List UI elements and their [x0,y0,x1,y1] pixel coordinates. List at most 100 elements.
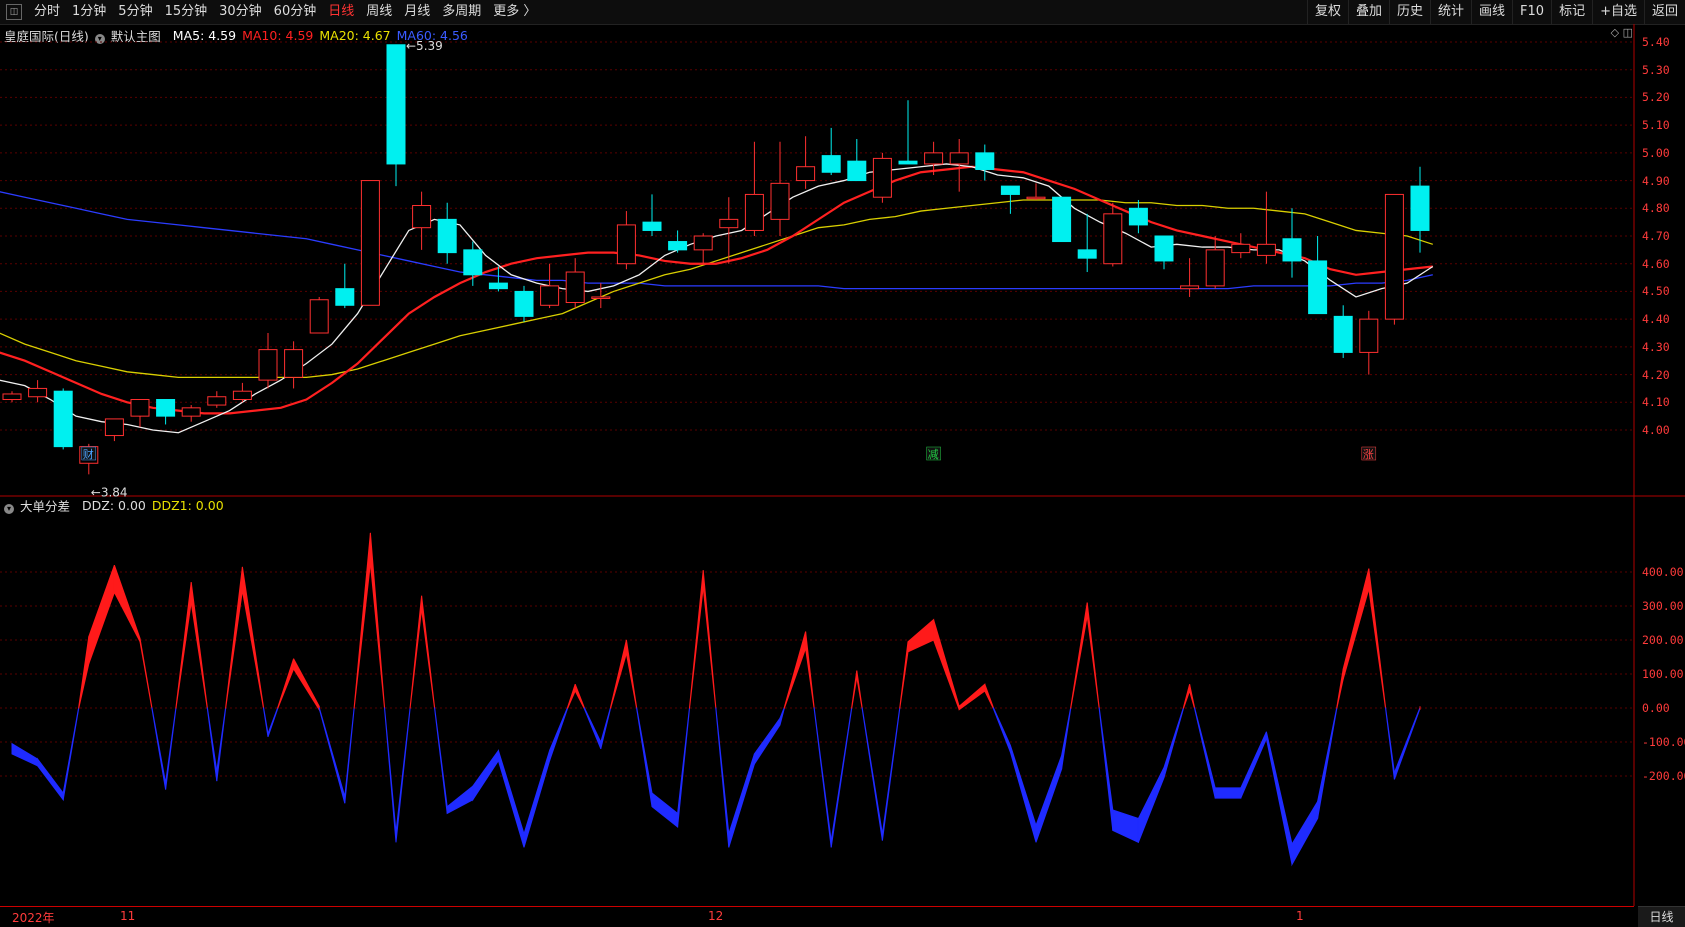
price-tick-label: 4.10 [1642,395,1670,410]
candle-body [1180,285,1200,290]
period-button[interactable]: 日线 [1638,906,1685,927]
candle-body [693,235,713,251]
toolbar-action-8[interactable]: 返回 [1643,0,1685,24]
candle-body [1205,249,1225,287]
date-axis-year: 2022年 [12,911,55,925]
ddz-negative-band [549,707,569,761]
ddz-positive-band [1336,668,1344,709]
ddz-positive-band [851,670,858,709]
candle-body [258,349,278,381]
ddz-positive-band [1182,684,1191,709]
ddz-negative-band [881,707,901,841]
candle-body [309,299,329,334]
ddz-positive-band [899,641,909,709]
price-tick-label: 4.60 [1642,256,1670,271]
toolbar-action-2[interactable]: 历史 [1388,0,1430,24]
candle-body [565,271,585,304]
timeframe-tab-5[interactable]: 60分钟 [268,0,323,24]
ddz-negative-band [636,707,653,807]
timeframe-tab-0[interactable]: 分时 [28,0,66,24]
ddz-positive-band [1086,602,1100,709]
indicator-tick-label: 300.00 [1642,599,1684,613]
ddz-negative-band [267,707,279,738]
ddz-negative-band [1194,707,1216,799]
candle-body [488,282,508,290]
timeframe-tab-2[interactable]: 5分钟 [112,0,158,24]
timeframe-tabs: ◫ 分时 1分钟 5分钟 15分钟 30分钟 60分钟 日线 周线 月线 多周期 更多 〉 [0,0,542,24]
candle-body [719,218,739,229]
toolbar-action-5[interactable]: F10 [1512,0,1551,24]
toolbar-action-7[interactable]: +自选 [1592,0,1644,24]
candle-body [360,180,380,306]
candle-body [1052,196,1072,243]
candle-body [386,44,406,165]
candle-body [130,399,150,417]
toolbar-action-1[interactable]: 叠加 [1347,0,1389,24]
candle-body [514,290,534,317]
candle-body [821,155,841,173]
price-tick-label: 4.30 [1642,339,1670,354]
ddz-positive-band [567,684,576,709]
candle-body [1231,243,1251,254]
price-tick-label: 4.80 [1642,201,1670,216]
chart-area[interactable]: ←5.39 ←3.84 财 减 涨 [0,24,1685,906]
ddz-negative-band [165,707,177,790]
window-menu-icon[interactable]: ◫ [6,4,22,20]
ddz-negative-band [434,707,448,814]
price-tick-label: 4.40 [1642,312,1670,327]
toolbar-action-4[interactable]: 画线 [1471,0,1512,24]
ddz-negative-band [1137,767,1165,843]
ddz-negative-band [861,707,883,841]
ddz-positive-band [933,619,960,710]
ddz-negative-band [715,707,730,848]
timeframe-tab-6[interactable]: 日线 [322,0,360,24]
price-tick-label: 5.20 [1642,90,1670,105]
timeframe-tab-3[interactable]: 15分钟 [159,0,214,24]
toolbar-action-3[interactable]: 统计 [1430,0,1471,24]
candle-body [949,152,969,165]
price-axis: 5.40 5.30 5.20 5.10 5.00 4.90 4.80 4.70 4.60 4.50… [1638,24,1685,494]
ddz-negative-band [472,748,499,802]
ddz-negative-band [1061,707,1072,770]
ddz-positive-band [113,565,141,642]
event-marker-1: 减 [928,448,939,461]
date-axis-nov: 11 [120,909,136,923]
ddz-positive-band [421,595,436,709]
event-marker-2: 涨 [1363,448,1374,461]
price-tick-label: 5.10 [1642,118,1670,133]
timeframe-tab-7[interactable]: 周线 [360,0,398,24]
ddz-positive-band [702,570,717,709]
candle-body [1026,196,1046,200]
timeframe-tab-1[interactable]: 1分钟 [66,0,112,24]
ddz-negative-band [1214,787,1242,799]
indicator-axis: 400.00 300.00 200.00 100.00 0.00 -100.00 -200.… [1638,496,1685,906]
toolbar-action-0[interactable]: 复权 [1306,0,1348,24]
timeframe-tab-4[interactable]: 30分钟 [213,0,268,24]
date-axis-jan: 1 [1296,909,1304,923]
ddz-positive-band [353,532,371,709]
ddz-negative-band [446,785,474,815]
ddz-positive-band [293,658,320,712]
ddz-negative-band [1098,707,1114,831]
ddz-negative-band [779,707,785,726]
timeframe-tab-8[interactable]: 月线 [398,0,436,24]
price-tick-label: 4.20 [1642,367,1670,382]
candle-body [412,205,432,229]
candle-body [744,193,764,231]
candle-body [437,218,457,254]
ddz-positive-band [175,582,192,709]
ddz-negative-band [830,707,853,848]
indicator-tick-label: 0.00 [1642,701,1670,715]
timeframe-tab-9[interactable]: 多周期 [436,0,487,24]
toolbar-action-6[interactable]: 标记 [1551,0,1592,24]
timeframe-tab-10[interactable]: 更多 〉 [487,0,542,24]
ddz-positive-band [574,684,585,709]
ddz-positive-band [688,570,704,709]
price-tick-label: 5.30 [1642,62,1670,77]
candle-body [1410,185,1430,231]
ddz-negative-band [600,707,612,749]
price-tick-label: 4.70 [1642,229,1670,243]
candle-body [1256,243,1276,256]
ddz-positive-band [1342,568,1370,680]
toolbar-actions: 复权 叠加 历史 统计 画线 F10 标记 +自选 返回 [1306,0,1685,24]
